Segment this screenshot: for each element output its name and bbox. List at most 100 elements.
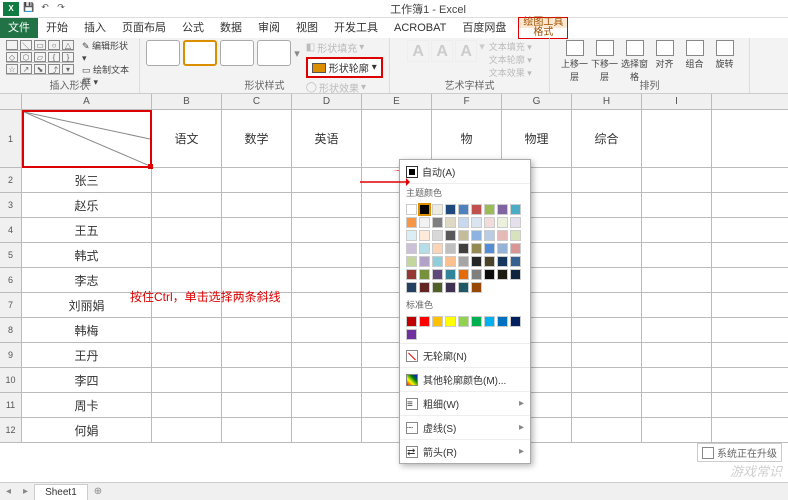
shape-outline-button[interactable]: 形状轮廓 ▾	[306, 57, 383, 78]
row-4[interactable]: 4王五	[0, 218, 788, 243]
color-swatch[interactable]	[484, 230, 495, 241]
col-header-F[interactable]: F	[432, 94, 502, 109]
color-swatch[interactable]	[510, 217, 521, 228]
color-swatch[interactable]	[432, 204, 443, 215]
arrows-item[interactable]: ⇄箭头(R)▸	[400, 439, 530, 463]
tab-review[interactable]: 审阅	[250, 18, 288, 38]
cell[interactable]	[642, 368, 712, 392]
upgrade-notice[interactable]: 系统正在升级	[697, 443, 782, 462]
color-swatch[interactable]	[432, 316, 443, 327]
color-swatch[interactable]	[445, 204, 456, 215]
col-header-I[interactable]: I	[642, 94, 712, 109]
color-swatch[interactable]	[432, 217, 443, 228]
color-swatch[interactable]	[458, 269, 469, 280]
color-swatch[interactable]	[406, 316, 417, 327]
color-swatch[interactable]	[458, 256, 469, 267]
color-swatch[interactable]	[497, 269, 508, 280]
tab-view[interactable]: 视图	[288, 18, 326, 38]
color-swatch[interactable]	[497, 204, 508, 215]
cell[interactable]	[572, 418, 642, 442]
color-swatch[interactable]	[471, 256, 482, 267]
row-6[interactable]: 6李志	[0, 268, 788, 293]
cell[interactable]	[152, 168, 222, 192]
col-header-D[interactable]: D	[292, 94, 362, 109]
color-swatch[interactable]	[432, 282, 443, 293]
standard-color-grid[interactable]	[400, 313, 530, 343]
context-tab-drawing[interactable]: 绘图工具 格式	[518, 17, 568, 39]
color-swatch[interactable]	[497, 230, 508, 241]
cell[interactable]: 张三	[22, 168, 152, 192]
color-swatch[interactable]	[406, 256, 417, 267]
dashes-item[interactable]: ┈虚线(S)▸	[400, 415, 530, 439]
color-swatch[interactable]	[510, 256, 521, 267]
tab-insert[interactable]: 插入	[76, 18, 114, 38]
cell[interactable]	[642, 243, 712, 267]
row-5[interactable]: 5韩式	[0, 243, 788, 268]
row-header[interactable]: 6	[0, 268, 22, 292]
color-swatch[interactable]	[419, 243, 430, 254]
tab-developer[interactable]: 开发工具	[326, 18, 386, 38]
row-header[interactable]: 7	[0, 293, 22, 317]
color-swatch[interactable]	[471, 204, 482, 215]
cell[interactable]: 王五	[22, 218, 152, 242]
cell[interactable]: 赵乐	[22, 193, 152, 217]
cell[interactable]	[572, 243, 642, 267]
cell[interactable]	[292, 418, 362, 442]
cell[interactable]: 英语	[292, 110, 362, 167]
more-colors-item[interactable]: 其他轮廓颜色(M)...	[400, 367, 530, 391]
cell[interactable]	[152, 393, 222, 417]
cell[interactable]	[642, 193, 712, 217]
color-swatch[interactable]	[497, 256, 508, 267]
color-swatch[interactable]	[432, 243, 443, 254]
cell[interactable]	[572, 193, 642, 217]
color-swatch[interactable]	[458, 230, 469, 241]
cell[interactable]	[222, 343, 292, 367]
color-swatch[interactable]	[419, 217, 430, 228]
color-swatch[interactable]	[406, 217, 417, 228]
color-swatch[interactable]	[497, 217, 508, 228]
cell[interactable]	[642, 343, 712, 367]
shape-outline-color-popup[interactable]: 自动(A) 主题颜色 标准色 无轮廓(N) 其他轮廓颜色(M)... ≡粗细(W…	[399, 159, 531, 464]
cell[interactable]	[642, 293, 712, 317]
color-swatch[interactable]	[471, 282, 482, 293]
tab-baidu[interactable]: 百度网盘	[454, 18, 514, 38]
color-swatch[interactable]	[419, 269, 430, 280]
col-header-G[interactable]: G	[502, 94, 572, 109]
cell[interactable]	[292, 193, 362, 217]
cell[interactable]	[222, 168, 292, 192]
shape-style-gallery[interactable]: ▾	[146, 40, 300, 66]
color-swatch[interactable]	[484, 204, 495, 215]
cell[interactable]	[222, 418, 292, 442]
row-11[interactable]: 11周卡	[0, 393, 788, 418]
no-outline-item[interactable]: 无轮廓(N)	[400, 343, 530, 367]
row-header[interactable]: 9	[0, 343, 22, 367]
color-swatch[interactable]	[484, 243, 495, 254]
row-header[interactable]: 8	[0, 318, 22, 342]
color-swatch[interactable]	[510, 269, 521, 280]
new-sheet-button[interactable]: ⊕	[88, 486, 108, 497]
cell[interactable]: 韩梅	[22, 318, 152, 342]
cell[interactable]	[152, 218, 222, 242]
color-swatch[interactable]	[406, 243, 417, 254]
cell[interactable]	[642, 393, 712, 417]
cell[interactable]	[642, 318, 712, 342]
color-swatch[interactable]	[471, 316, 482, 327]
worksheet[interactable]: A B C D E F G H I 1语文数学英语物物理综合2张三3赵乐4王五5…	[0, 94, 788, 443]
color-swatch[interactable]	[471, 217, 482, 228]
color-swatch[interactable]	[458, 282, 469, 293]
edit-shape-button[interactable]: ✎ 编辑形状 ▾	[82, 40, 133, 64]
cell[interactable]	[292, 168, 362, 192]
tab-data[interactable]: 数据	[212, 18, 250, 38]
cell[interactable]: 数学	[222, 110, 292, 167]
row-header[interactable]: 11	[0, 393, 22, 417]
cell[interactable]	[572, 368, 642, 392]
cell[interactable]	[642, 268, 712, 292]
col-header-A[interactable]: A	[22, 94, 152, 109]
automatic-color-item[interactable]: 自动(A)	[400, 160, 530, 184]
row-header[interactable]: 2	[0, 168, 22, 192]
cell[interactable]	[222, 318, 292, 342]
cell[interactable]	[292, 393, 362, 417]
col-header-H[interactable]: H	[572, 94, 642, 109]
row-3[interactable]: 3赵乐	[0, 193, 788, 218]
color-swatch[interactable]	[471, 269, 482, 280]
